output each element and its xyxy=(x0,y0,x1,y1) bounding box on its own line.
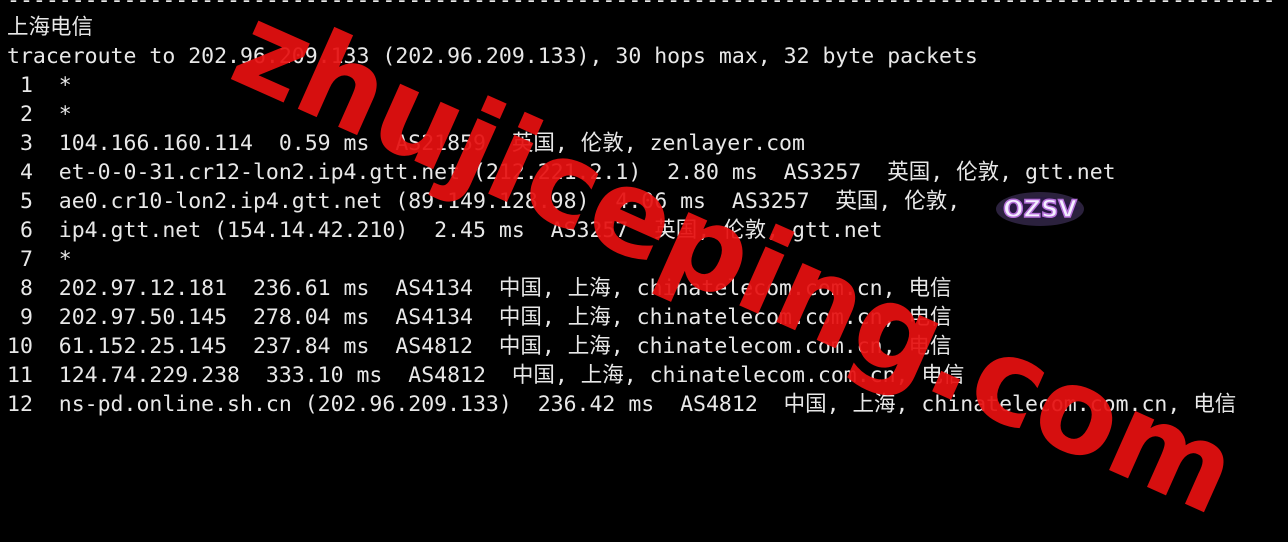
hop-line: 5 ae0.cr10-lon2.ip4.gtt.net (89.149.128.… xyxy=(7,189,961,214)
hop-line: 7 * xyxy=(7,247,72,272)
separator-line: ----------------------------------------… xyxy=(7,0,1276,13)
hop-line: 3 104.166.160.114 0.59 ms AS21859 英国, 伦敦… xyxy=(7,131,805,156)
ozsv-logo-icon: OZSV xyxy=(996,192,1084,226)
hop-line: 9 202.97.50.145 278.04 ms AS4134 中国, 上海,… xyxy=(7,305,952,330)
hop-line: 12 ns-pd.online.sh.cn (202.96.209.133) 2… xyxy=(7,392,1237,417)
watermark-text: zhujiceping.com xyxy=(214,0,1258,542)
traceroute-header: traceroute to 202.96.209.133 (202.96.209… xyxy=(7,44,978,69)
terminal-window: ----------------------------------------… xyxy=(0,0,1288,542)
hop-line: 1 * xyxy=(7,73,72,98)
hop-line: 6 ip4.gtt.net (154.14.42.210) 2.45 ms AS… xyxy=(7,218,883,243)
hop-line: 11 124.74.229.238 333.10 ms AS4812 中国, 上… xyxy=(7,363,965,388)
hop-line: 8 202.97.12.181 236.61 ms AS4134 中国, 上海,… xyxy=(7,276,952,301)
hop-line: 10 61.152.25.145 237.84 ms AS4812 中国, 上海… xyxy=(7,334,952,359)
hop-line: 2 * xyxy=(7,102,72,127)
hop-line: 4 et-0-0-31.cr12-lon2.ip4.gtt.net (212.2… xyxy=(7,160,1116,185)
svg-text:OZSV: OZSV xyxy=(1003,195,1077,223)
terminal-heading: 上海电信 xyxy=(7,15,94,40)
